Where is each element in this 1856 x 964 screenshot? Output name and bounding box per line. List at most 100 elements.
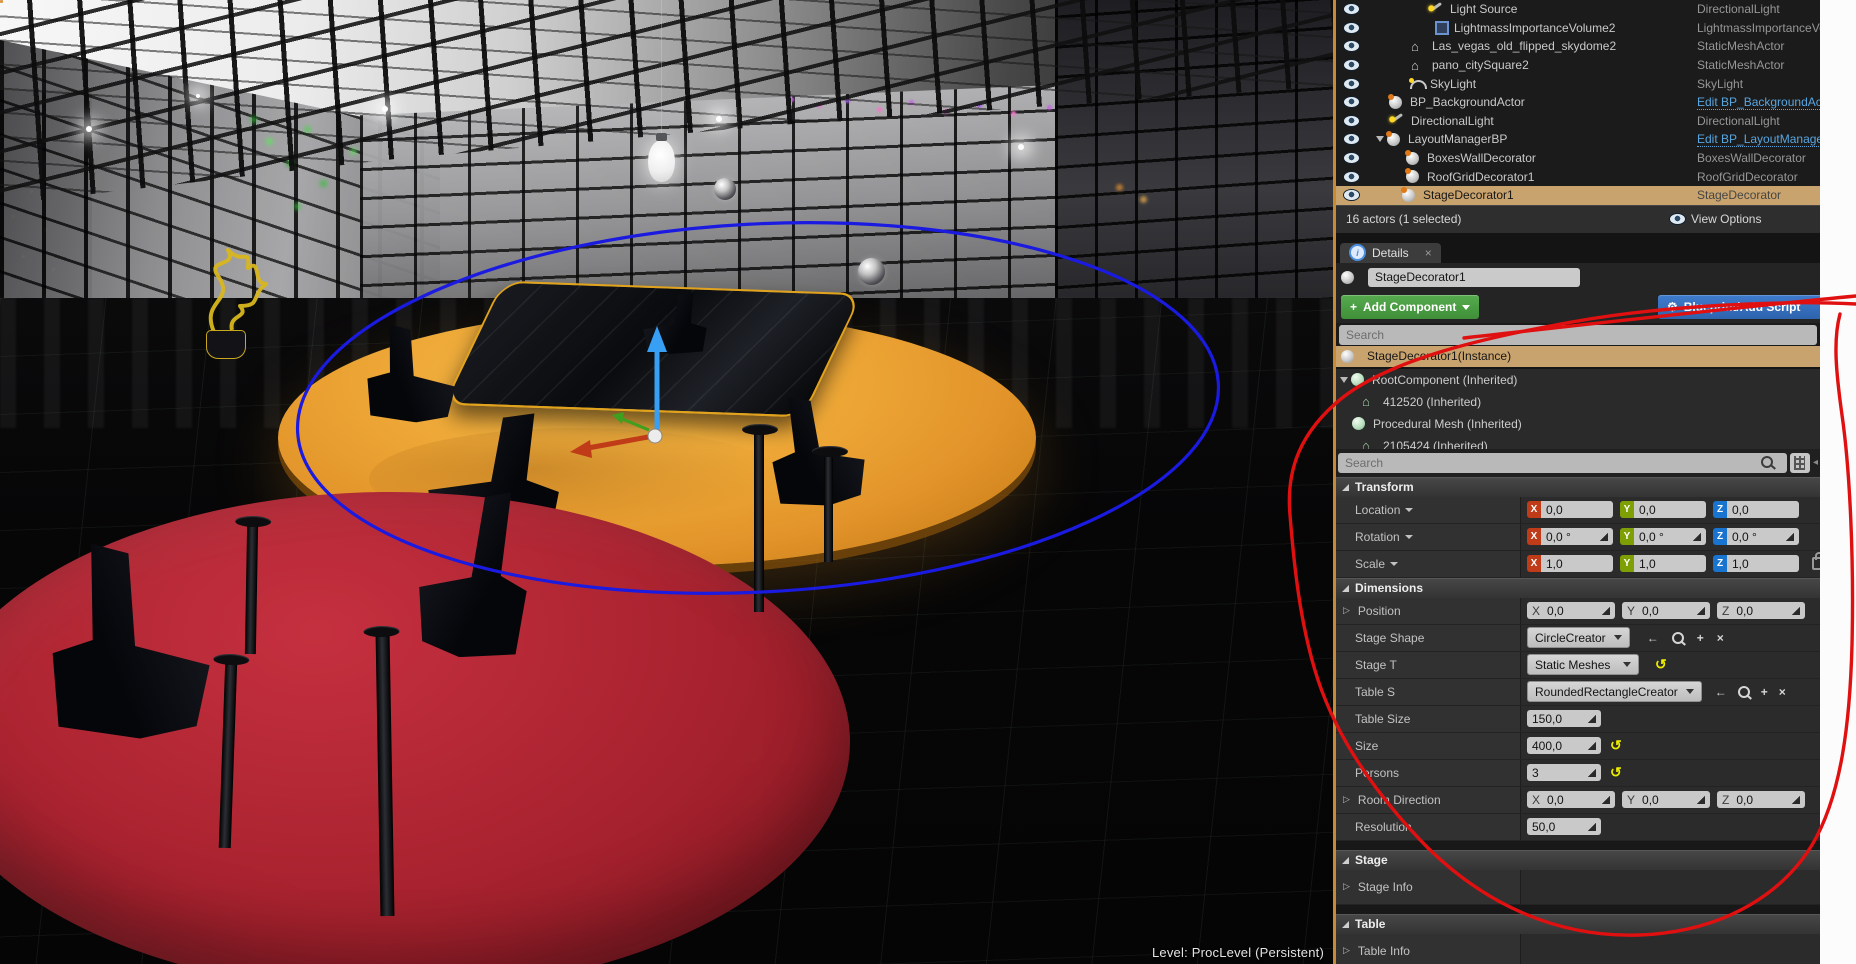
rotation-z-field[interactable]: Z0,0 ° bbox=[1713, 528, 1799, 545]
outliner-row[interactable]: Light Source DirectionalLight bbox=[1336, 0, 1820, 19]
spinner-icon[interactable] bbox=[1599, 532, 1608, 541]
position-x-field[interactable]: X0,0 bbox=[1527, 602, 1615, 619]
room-direction-y-field[interactable]: Y0,0 bbox=[1622, 791, 1710, 808]
spinner-icon[interactable] bbox=[1696, 795, 1705, 804]
property-label[interactable]: Location bbox=[1336, 497, 1521, 523]
reset-to-default-icon[interactable]: ↺ bbox=[1655, 656, 1667, 673]
clear-icon[interactable]: × bbox=[1717, 631, 1724, 645]
table-size-field[interactable]: 150,0 bbox=[1527, 710, 1601, 727]
visibility-eye-icon[interactable] bbox=[1344, 172, 1359, 182]
resolution-field[interactable]: 50,0 bbox=[1527, 818, 1601, 835]
section-header-dimensions[interactable]: Dimensions bbox=[1336, 578, 1820, 598]
property-label[interactable]: ▷ Table Info bbox=[1336, 934, 1521, 964]
spinner-icon[interactable] bbox=[1696, 606, 1705, 615]
component-row[interactable]: ⌂ 412520 (Inherited) bbox=[1336, 391, 1820, 413]
outliner-row[interactable]: ⌂ Las_vegas_old_flipped_skydome2 StaticM… bbox=[1336, 37, 1820, 56]
browse-icon[interactable] bbox=[1672, 632, 1684, 644]
visibility-eye-icon[interactable] bbox=[1344, 41, 1359, 51]
close-tab-icon[interactable]: × bbox=[1425, 246, 1432, 260]
property-label[interactable]: Persons bbox=[1336, 760, 1521, 786]
component-row[interactable]: RootComponent (Inherited) bbox=[1336, 369, 1820, 391]
size-field[interactable]: 400,0 bbox=[1527, 737, 1601, 754]
expand-right-icon[interactable]: ▷ bbox=[1343, 881, 1350, 892]
spinner-icon[interactable] bbox=[1587, 714, 1596, 723]
visibility-eye-icon[interactable] bbox=[1344, 97, 1359, 107]
add-icon[interactable]: + bbox=[1761, 685, 1768, 699]
lock-icon[interactable] bbox=[1812, 557, 1820, 570]
location-x-field[interactable]: X0,0 bbox=[1527, 501, 1613, 518]
property-label[interactable]: Size bbox=[1336, 733, 1521, 759]
add-component-button[interactable]: + Add Component bbox=[1341, 295, 1479, 319]
outliner-row-selected[interactable]: StageDecorator1 StageDecorator bbox=[1336, 186, 1820, 205]
visibility-eye-icon[interactable] bbox=[1344, 23, 1359, 33]
expand-right-icon[interactable]: ▷ bbox=[1343, 794, 1350, 805]
component-search-input[interactable]: Search bbox=[1339, 325, 1817, 345]
rotation-y-field[interactable]: Y0,0 ° bbox=[1620, 528, 1706, 545]
use-selected-icon[interactable]: ← bbox=[1715, 685, 1727, 699]
room-direction-z-field[interactable]: Z0,0 bbox=[1717, 791, 1805, 808]
property-label[interactable]: ▷ Room Direction bbox=[1336, 787, 1521, 813]
property-label[interactable]: Table S bbox=[1336, 679, 1521, 705]
outliner-row[interactable]: ⌂ pano_citySquare2 StaticMeshActor bbox=[1336, 56, 1820, 75]
spinner-icon[interactable] bbox=[1601, 795, 1610, 804]
reset-to-default-icon[interactable]: ↺ bbox=[1610, 737, 1622, 754]
visibility-eye-icon[interactable] bbox=[1344, 134, 1359, 144]
outliner-row[interactable]: RoofGridDecorator1 RoofGridDecorator bbox=[1336, 167, 1820, 186]
spinner-icon[interactable] bbox=[1587, 822, 1596, 831]
outliner-row[interactable]: LightmassImportanceVolume2 LightmassImpo… bbox=[1336, 19, 1820, 38]
property-label[interactable]: ▷ Position bbox=[1336, 598, 1521, 624]
room-direction-x-field[interactable]: X0,0 bbox=[1527, 791, 1615, 808]
edit-blueprint-link[interactable]: Edit BP_LayoutManagerBP bbox=[1697, 132, 1820, 147]
add-icon[interactable]: + bbox=[1697, 631, 1704, 645]
instance-row[interactable]: StageDecorator1(Instance) bbox=[1336, 346, 1820, 367]
property-matrix-button[interactable] bbox=[1790, 453, 1810, 473]
spinner-icon[interactable] bbox=[1601, 606, 1610, 615]
component-row-clipped[interactable]: ⌂ 2105424 (Inherited) bbox=[1336, 435, 1820, 449]
spinner-icon[interactable] bbox=[1692, 532, 1701, 541]
location-z-field[interactable]: Z0,0 bbox=[1713, 501, 1799, 518]
scale-y-field[interactable]: Y1,0 bbox=[1620, 555, 1706, 572]
outliner-row[interactable]: BoxesWallDecorator BoxesWallDecorator bbox=[1336, 149, 1820, 168]
property-search-input[interactable]: Search bbox=[1338, 453, 1787, 473]
outliner-row[interactable]: DirectionalLight DirectionalLight bbox=[1336, 112, 1820, 131]
stage-t-dropdown[interactable]: Static Meshes bbox=[1527, 654, 1639, 675]
outliner-row[interactable]: LayoutManagerBP Edit BP_LayoutManagerBP bbox=[1336, 130, 1820, 149]
section-header-table[interactable]: Table bbox=[1336, 914, 1820, 934]
visibility-eye-icon[interactable] bbox=[1344, 60, 1359, 70]
edit-blueprint-link[interactable]: Edit BP_BackgroundActor bbox=[1697, 95, 1820, 110]
component-row[interactable]: Procedural Mesh (Inherited) bbox=[1336, 413, 1820, 435]
spinner-icon[interactable] bbox=[1785, 532, 1794, 541]
spinner-icon[interactable] bbox=[1791, 795, 1800, 804]
spinner-icon[interactable] bbox=[1587, 768, 1596, 777]
splitter-icon[interactable]: ◂ bbox=[1813, 457, 1818, 468]
property-label[interactable]: Stage T bbox=[1336, 652, 1521, 678]
reset-to-default-icon[interactable]: ↺ bbox=[1610, 764, 1622, 781]
property-label[interactable]: Resolution bbox=[1336, 814, 1521, 840]
property-label[interactable]: Stage Shape bbox=[1336, 625, 1521, 651]
outliner-row[interactable]: SkyLight SkyLight bbox=[1336, 74, 1820, 93]
expand-right-icon[interactable]: ▷ bbox=[1343, 605, 1350, 616]
stage-shape-dropdown[interactable]: CircleCreator bbox=[1527, 627, 1630, 648]
outliner-row[interactable]: BP_BackgroundActor Edit BP_BackgroundAct… bbox=[1336, 93, 1820, 112]
expand-right-icon[interactable]: ▷ bbox=[1343, 945, 1350, 956]
property-label[interactable]: ▷ Stage Info bbox=[1336, 870, 1521, 904]
visibility-eye-icon[interactable] bbox=[1344, 4, 1359, 14]
3d-viewport[interactable]: Level: ProcLevel (Persistent) bbox=[0, 0, 1335, 964]
visibility-eye-icon[interactable] bbox=[1344, 153, 1359, 163]
spinner-icon[interactable] bbox=[1791, 606, 1800, 615]
scale-z-field[interactable]: Z1,0 bbox=[1713, 555, 1799, 572]
property-label[interactable]: Table Size bbox=[1336, 706, 1521, 732]
browse-icon[interactable] bbox=[1738, 686, 1750, 698]
blueprint-add-script-button[interactable]: ⚙ Blueprint/Add Script bbox=[1658, 295, 1820, 319]
property-label[interactable]: Rotation bbox=[1336, 524, 1521, 550]
visibility-eye-icon[interactable] bbox=[1344, 79, 1359, 89]
location-y-field[interactable]: Y0,0 bbox=[1620, 501, 1706, 518]
persons-field[interactable]: 3 bbox=[1527, 764, 1601, 781]
tab-details[interactable]: i Details × bbox=[1340, 243, 1441, 263]
pole-table[interactable] bbox=[754, 430, 764, 612]
pole-table[interactable] bbox=[245, 522, 258, 654]
rotation-x-field[interactable]: X0,0 ° bbox=[1527, 528, 1613, 545]
use-selected-icon[interactable]: ← bbox=[1647, 631, 1659, 645]
section-header-stage[interactable]: Stage bbox=[1336, 850, 1820, 870]
expander-arrow-icon[interactable] bbox=[1340, 377, 1348, 383]
